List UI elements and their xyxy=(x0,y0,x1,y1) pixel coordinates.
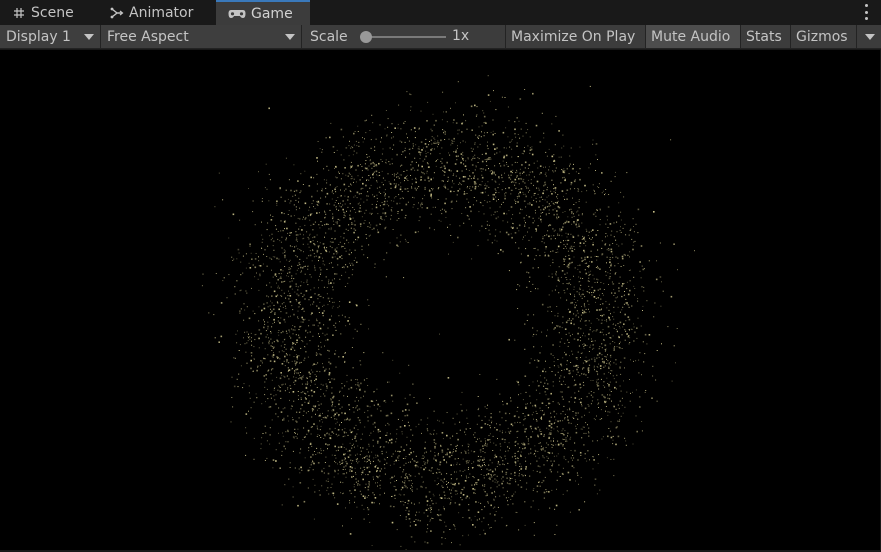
particle-ring xyxy=(201,75,695,550)
scale-label: Scale xyxy=(310,28,348,45)
gizmos-dropdown-button[interactable] xyxy=(857,25,881,48)
tab-game[interactable]: Game xyxy=(216,0,310,25)
gizmos-button[interactable]: Gizmos xyxy=(791,25,857,48)
aspect-dropdown-label: Free Aspect xyxy=(107,28,189,45)
grid-icon xyxy=(12,6,26,20)
animator-icon xyxy=(110,6,124,20)
gamepad-icon xyxy=(228,7,246,21)
game-toolbar: Display 1 Free Aspect Scale 1x Maximize … xyxy=(0,25,881,49)
mute-audio-button[interactable]: Mute Audio xyxy=(646,25,741,48)
game-viewport[interactable] xyxy=(0,50,880,550)
scale-slider-handle[interactable] xyxy=(360,31,372,43)
tab-animator[interactable]: Animator xyxy=(98,0,216,25)
maximize-on-play-label: Maximize On Play xyxy=(511,28,636,45)
stats-label: Stats xyxy=(746,28,782,45)
aspect-dropdown[interactable]: Free Aspect xyxy=(101,25,302,48)
game-window: Scene Animator Game Display 1 Free Aspec… xyxy=(0,0,881,552)
display-dropdown-label: Display 1 xyxy=(6,28,71,45)
chevron-down-icon xyxy=(84,34,94,40)
gizmos-label: Gizmos xyxy=(796,28,848,45)
more-options-icon[interactable] xyxy=(863,4,869,20)
tab-bar: Scene Animator Game xyxy=(0,0,881,25)
stats-button[interactable]: Stats xyxy=(741,25,791,48)
maximize-on-play-button[interactable]: Maximize On Play xyxy=(505,25,646,48)
scale-control: Scale 1x xyxy=(302,25,505,48)
scale-value: 1x xyxy=(452,28,470,44)
tab-scene[interactable]: Scene xyxy=(0,0,98,25)
display-dropdown[interactable]: Display 1 xyxy=(0,25,101,48)
chevron-down-icon xyxy=(865,34,875,40)
mute-audio-label: Mute Audio xyxy=(651,28,731,45)
chevron-down-icon xyxy=(285,34,295,40)
tab-scene-label: Scene xyxy=(31,4,74,21)
tab-animator-label: Animator xyxy=(129,4,194,21)
scale-slider-track[interactable] xyxy=(364,36,446,38)
tab-game-label: Game xyxy=(251,5,293,22)
